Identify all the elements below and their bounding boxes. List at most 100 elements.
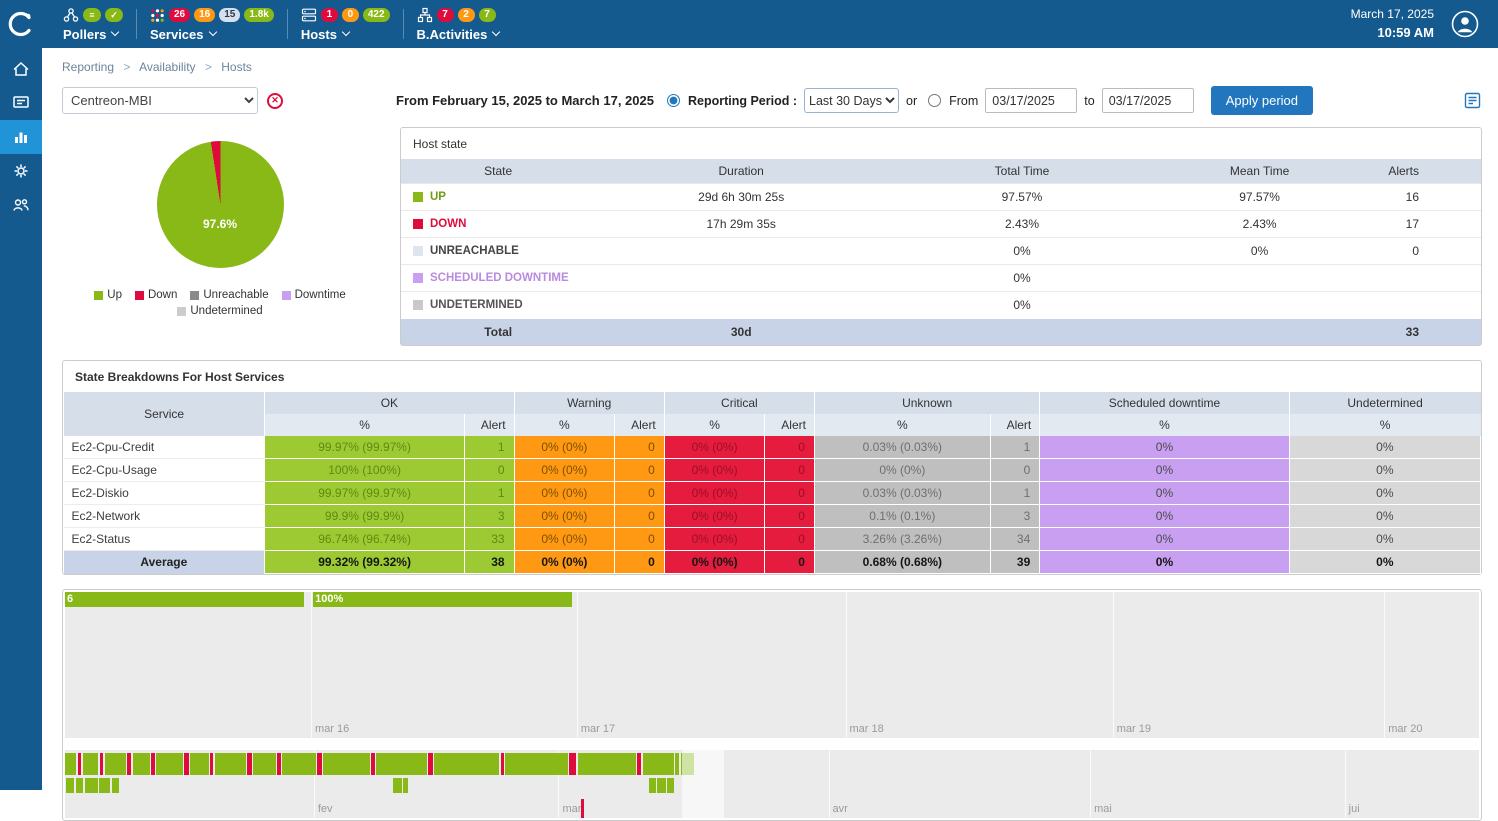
availability-timeline[interactable]: mar 16mar 17mar 18mar 19mar 206100% xyxy=(65,592,1479,738)
table-row: Ec2-Cpu-Usage 100% (100%)0 0% (0%)0 0% (… xyxy=(64,459,1481,482)
current-time: 10:59 AM xyxy=(1351,23,1434,43)
clear-selection-icon[interactable]: ✕ xyxy=(267,93,283,109)
filter-bar: Centreon-MBI ✕ From February 15, 2025 to… xyxy=(42,78,1498,125)
hosts-unreachable-badge[interactable]: 0 xyxy=(342,8,359,22)
breadcrumb: Reporting > Availability > Hosts xyxy=(42,48,1498,78)
services-ok-badge[interactable]: 1.8k xyxy=(244,8,273,22)
col-undetermined: Undetermined xyxy=(1289,392,1480,414)
state-color-undetermined xyxy=(413,300,423,310)
centreon-logo-icon xyxy=(8,11,34,37)
col-service: Service xyxy=(64,392,265,436)
centreon-logo[interactable] xyxy=(0,0,42,48)
overview-timeline[interactable]: fevmaravrmaijui xyxy=(65,750,1479,818)
service-name[interactable]: Ec2-Status xyxy=(64,528,265,551)
sidebar xyxy=(0,48,42,790)
nav-services[interactable]: 26 16 15 1.8k Services xyxy=(137,7,287,42)
chevron-down-icon xyxy=(492,28,500,36)
reporting-period-radio[interactable] xyxy=(667,94,680,107)
chevron-down-icon xyxy=(111,28,119,36)
topbar-right: March 17, 2025 10:59 AM xyxy=(1351,0,1498,48)
table-row: UNREACHABLE 0% 0% 0 xyxy=(401,238,1481,265)
breadcrumb-availability[interactable]: Availability xyxy=(139,60,195,74)
service-name[interactable]: Ec2-Network xyxy=(64,505,265,528)
services-grid-icon xyxy=(150,8,165,23)
top-bar: ≡ ✓ Pollers 26 16 xyxy=(0,0,1498,48)
nav-pollers[interactable]: ≡ ✓ Pollers xyxy=(50,7,136,42)
col-ok: OK xyxy=(265,392,514,414)
export-report[interactable] xyxy=(1463,91,1482,110)
hosts-label: Hosts xyxy=(301,27,337,42)
breadcrumb-separator: > xyxy=(123,60,130,74)
app-root: ≡ ✓ Pollers 26 16 xyxy=(0,0,1498,821)
bar-chart-icon xyxy=(11,127,31,147)
legend-item-undetermined: Undetermined xyxy=(177,305,262,317)
legend-swatch-undetermined xyxy=(177,307,186,316)
sidebar-item-home[interactable] xyxy=(0,52,42,86)
sidebar-item-reporting[interactable] xyxy=(0,120,42,154)
breakdown-group-header: Service OK Warning Critical Unknown Sche… xyxy=(64,392,1481,414)
services-status-row: 26 16 15 1.8k xyxy=(150,7,274,24)
current-date: March 17, 2025 xyxy=(1351,5,1434,24)
nav-hosts[interactable]: 1 0 422 Hosts xyxy=(288,7,403,42)
from-date-input[interactable] xyxy=(985,88,1077,113)
poller-latency-badge: ✓ xyxy=(105,8,123,22)
monitoring-icon xyxy=(11,93,31,113)
services-critical-badge[interactable]: 26 xyxy=(169,8,190,22)
export-icon xyxy=(1463,91,1482,110)
host-state-total-row: Total 30d 33 xyxy=(401,319,1481,346)
col-alerts: Alerts xyxy=(1362,159,1481,184)
table-row: Ec2-Cpu-Credit 99.97% (99.97%)1 0% (0%)0… xyxy=(64,436,1481,459)
service-breakdown-panel: State Breakdowns For Host Services Servi… xyxy=(62,360,1482,575)
table-row: Ec2-Network 99.9% (99.9%)3 0% (0%)0 0% (… xyxy=(64,505,1481,528)
nav-bactivities[interactable]: 7 2 7 B.Activities xyxy=(404,7,513,42)
top-nav: ≡ ✓ Pollers 26 16 xyxy=(42,0,512,48)
ba-warning-badge[interactable]: 2 xyxy=(458,8,475,22)
pollers-status-row: ≡ ✓ xyxy=(63,7,123,24)
host-state-table: State Duration Total Time Mean Time Aler… xyxy=(401,159,1481,345)
sidebar-item-monitoring[interactable] xyxy=(0,86,42,120)
table-row: Ec2-Diskio 99.97% (99.97%)1 0% (0%)0 0% … xyxy=(64,482,1481,505)
legend-item-unreachable: Unreachable xyxy=(190,289,268,301)
period-select[interactable]: Last 30 Days xyxy=(804,88,899,113)
col-duration: Duration xyxy=(595,159,887,184)
col-scheduled-downtime: Scheduled downtime xyxy=(1040,392,1289,414)
legend-item-downtime: Downtime xyxy=(282,289,346,301)
period-summary: From February 15, 2025 to March 17, 2025 xyxy=(396,93,654,108)
service-name[interactable]: Ec2-Cpu-Usage xyxy=(64,459,265,482)
sidebar-item-administration[interactable] xyxy=(0,188,42,222)
state-color-unreachable xyxy=(413,246,423,256)
bactivities-label: B.Activities xyxy=(417,27,488,42)
bactivities-status-row: 7 2 7 xyxy=(417,7,500,24)
home-icon xyxy=(11,59,31,79)
host-select[interactable]: Centreon-MBI xyxy=(62,87,258,114)
hosts-down-badge[interactable]: 1 xyxy=(321,8,338,22)
state-color-downtime xyxy=(413,273,423,283)
table-row: SCHEDULED DOWNTIME 0% xyxy=(401,265,1481,292)
service-name[interactable]: Ec2-Cpu-Credit xyxy=(64,436,265,459)
ba-critical-badge[interactable]: 7 xyxy=(437,8,454,22)
service-breakdown-table: Service OK Warning Critical Unknown Sche… xyxy=(63,392,1481,574)
breakdown-sub-header: %Alert %Alert %Alert %Alert % % xyxy=(64,414,1481,436)
apply-period-button[interactable]: Apply period xyxy=(1211,86,1313,115)
breadcrumb-reporting[interactable]: Reporting xyxy=(62,60,114,74)
availability-pie: 97.6% xyxy=(157,141,284,268)
service-name[interactable]: Ec2-Diskio xyxy=(64,482,265,505)
pollers-label: Pollers xyxy=(63,27,106,42)
services-warning-badge[interactable]: 16 xyxy=(194,8,215,22)
col-critical: Critical xyxy=(664,392,814,414)
user-profile-icon[interactable] xyxy=(1450,9,1480,39)
custom-period-radio[interactable] xyxy=(928,94,941,107)
business-activities-icon xyxy=(417,7,433,23)
services-pending-badge[interactable]: 15 xyxy=(219,8,240,22)
availability-graph-panel: mar 16mar 17mar 18mar 19mar 206100% fevm… xyxy=(62,589,1482,821)
legend-item-down: Down xyxy=(135,289,177,301)
state-color-up xyxy=(413,192,423,202)
to-date-input[interactable] xyxy=(1102,88,1194,113)
col-unknown: Unknown xyxy=(814,392,1039,414)
summary-section: 97.6% Up Down Unreachable Downtime Undet… xyxy=(42,125,1498,346)
reporting-period-label: Reporting Period : xyxy=(688,94,797,108)
sidebar-item-configuration[interactable] xyxy=(0,154,42,188)
hosts-up-badge[interactable]: 422 xyxy=(363,8,390,22)
ba-ok-badge[interactable]: 7 xyxy=(479,8,496,22)
pollers-icon xyxy=(63,7,79,23)
